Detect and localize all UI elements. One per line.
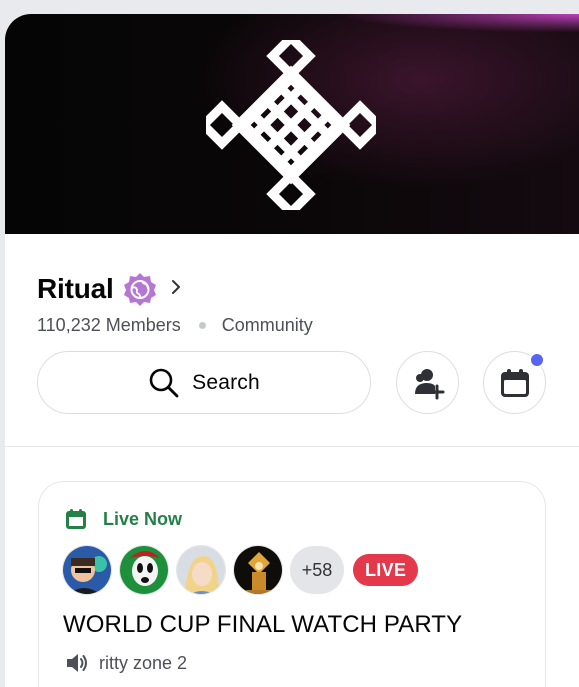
chevron-right-icon[interactable] xyxy=(168,279,184,295)
live-event-card[interactable]: Live Now +58 LIVE WORLD CUP FINAL WATCH … xyxy=(38,481,546,687)
notification-dot xyxy=(529,352,545,368)
invite-members-button[interactable] xyxy=(396,351,459,414)
search-label: Search xyxy=(192,370,260,394)
event-channel[interactable]: ritty zone 2 xyxy=(65,652,187,674)
calendar-icon xyxy=(66,509,86,529)
live-badge: LIVE xyxy=(353,554,419,586)
avatar[interactable] xyxy=(62,545,112,595)
server-header[interactable]: Ritual 110,232 Members Community xyxy=(37,271,313,336)
search-button[interactable]: Search xyxy=(37,351,371,414)
search-icon xyxy=(149,368,179,397)
server-banner xyxy=(5,14,579,234)
add-friend-icon xyxy=(414,368,444,399)
section-divider xyxy=(5,446,579,447)
ritual-knot-logo xyxy=(206,40,376,210)
member-count: 110,232 Members xyxy=(37,315,181,335)
calendar-icon xyxy=(500,368,529,397)
server-name[interactable]: Ritual xyxy=(37,273,114,305)
more-participants-count[interactable]: +58 xyxy=(290,546,344,594)
live-now-label: Live Now xyxy=(103,508,183,529)
avatar[interactable] xyxy=(119,545,169,595)
meta-separator-dot xyxy=(198,322,206,329)
avatar[interactable] xyxy=(233,545,283,595)
events-button[interactable] xyxy=(483,351,546,414)
verified-badge-icon xyxy=(123,273,156,306)
avatar[interactable] xyxy=(176,545,226,595)
server-sheet: Ritual 110,232 Members Community Search xyxy=(5,14,579,687)
voice-channel-icon xyxy=(67,654,87,672)
server-type: Community xyxy=(221,315,313,335)
event-title[interactable]: WORLD CUP FINAL WATCH PARTY xyxy=(63,611,462,639)
channel-name: ritty zone 2 xyxy=(99,652,188,673)
participants-row[interactable]: +58 LIVE xyxy=(62,545,419,595)
